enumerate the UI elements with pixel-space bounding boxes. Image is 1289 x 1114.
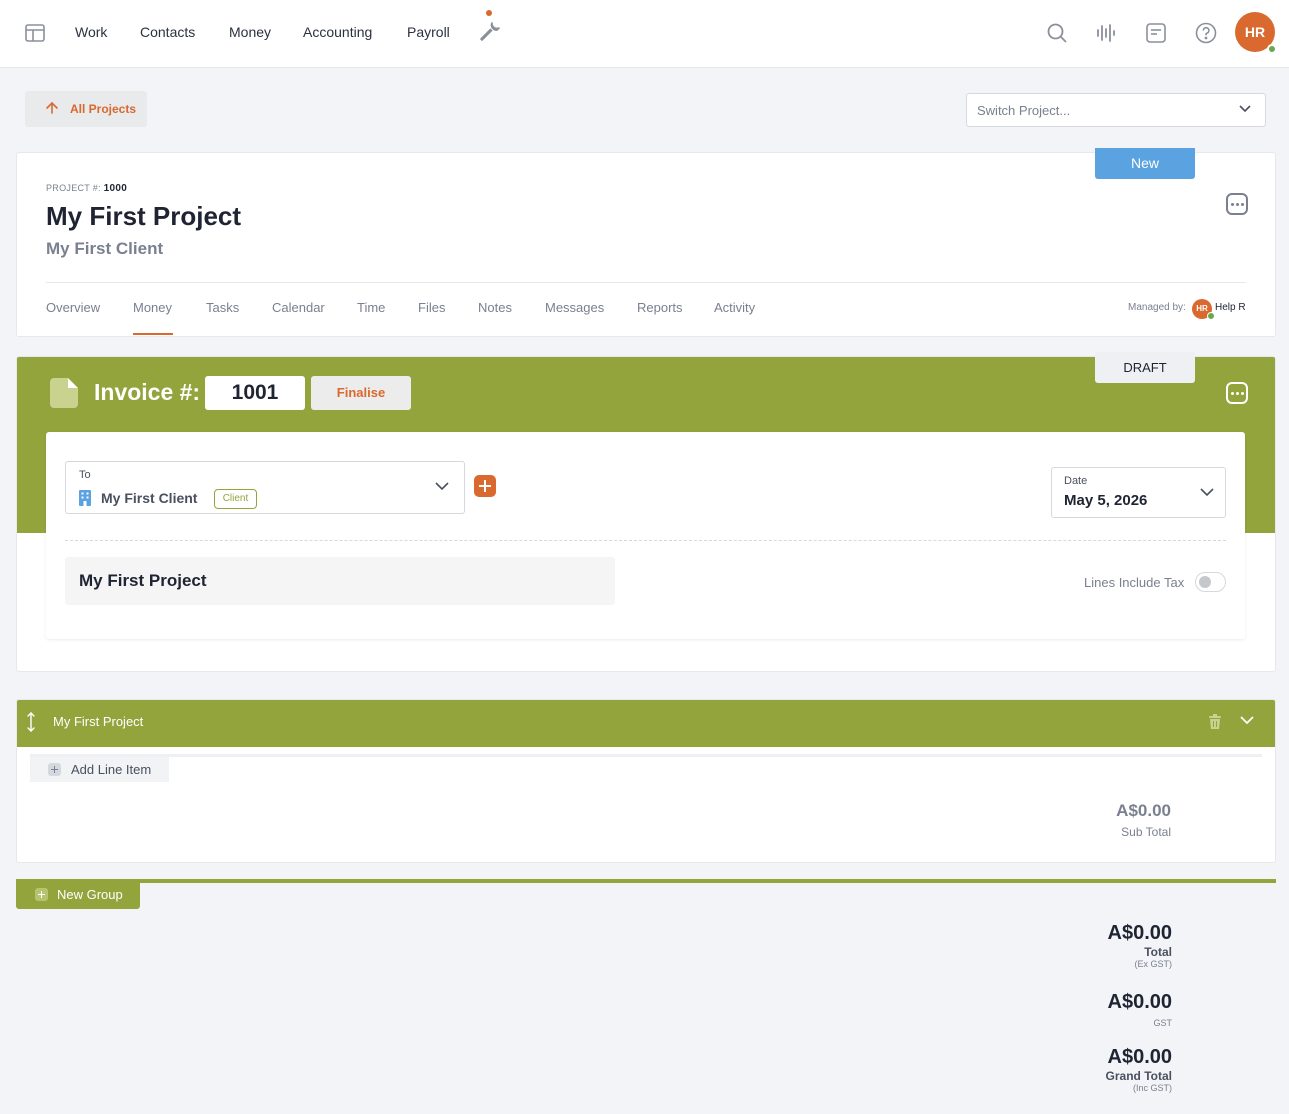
- tab-activity[interactable]: Activity: [714, 300, 755, 315]
- gst-block: A$0.00 GST: [1108, 991, 1173, 1028]
- add-line-item-label: Add Line Item: [71, 762, 152, 777]
- invoice-status-badge: DRAFT: [1095, 352, 1195, 383]
- apps-icon[interactable]: [24, 22, 46, 44]
- messages-icon[interactable]: [1144, 21, 1168, 45]
- tab-overview[interactable]: Overview: [46, 300, 100, 315]
- nav-payroll[interactable]: Payroll: [407, 24, 450, 40]
- date-value: May 5, 2026: [1064, 492, 1148, 509]
- online-status-dot: [1267, 44, 1277, 54]
- project-more-button[interactable]: [1226, 193, 1248, 215]
- all-projects-label: All Projects: [70, 102, 137, 116]
- divider: [16, 879, 1276, 883]
- project-number-label: PROJECT #:: [46, 183, 101, 193]
- total-value: A$0.00: [1107, 922, 1173, 944]
- grand-total-value: A$0.00: [1107, 1046, 1173, 1068]
- tab-reports[interactable]: Reports: [637, 300, 683, 315]
- project-number-value: 1000: [103, 183, 128, 194]
- grand-total-sublabel: (Inc GST): [1132, 1083, 1172, 1093]
- tab-tasks[interactable]: Tasks: [206, 300, 239, 315]
- to-client-name: My First Client: [101, 490, 198, 506]
- switch-project-select[interactable]: Switch Project...: [966, 93, 1266, 127]
- divider: [65, 540, 1226, 541]
- line-group-header: [17, 700, 1275, 747]
- activity-icon[interactable]: [1094, 21, 1118, 45]
- project-status-badge: New: [1095, 148, 1195, 179]
- online-status-dot: [1207, 312, 1215, 320]
- chevron-down-icon: [1239, 105, 1251, 113]
- new-group-label: New Group: [57, 887, 123, 902]
- invoice-project-field[interactable]: My First Project: [65, 557, 615, 605]
- search-icon[interactable]: [1045, 21, 1069, 45]
- project-title: My First Project: [46, 201, 242, 231]
- tab-files[interactable]: Files: [418, 300, 445, 315]
- arrow-up-icon: [46, 101, 58, 114]
- line-group-title[interactable]: My First Project: [53, 714, 143, 729]
- managed-by-label: Managed by:: [1128, 302, 1186, 313]
- invoice-label: Invoice #:: [94, 379, 201, 405]
- top-nav: Work Contacts Money Accounting Payroll H…: [0, 0, 1289, 68]
- invoice-more-button[interactable]: [1226, 382, 1248, 404]
- tab-notes[interactable]: Notes: [478, 300, 512, 315]
- switch-project-placeholder: Switch Project...: [977, 103, 1071, 118]
- document-icon: [50, 378, 78, 408]
- add-line-item-button[interactable]: Add Line Item: [30, 757, 169, 782]
- chevron-down-icon[interactable]: [435, 482, 449, 491]
- nav-accounting[interactable]: Accounting: [303, 24, 372, 40]
- tab-time[interactable]: Time: [357, 300, 385, 315]
- nav-work[interactable]: Work: [75, 24, 107, 40]
- tools-notification-dot: [486, 10, 492, 16]
- to-label: To: [79, 469, 91, 481]
- subtotal-value: A$0.00: [1116, 801, 1171, 820]
- total-label: Total: [1144, 945, 1172, 959]
- total-sublabel: (Ex GST): [1134, 959, 1173, 969]
- manager-name[interactable]: Help R: [1215, 302, 1246, 313]
- invoice-project-name: My First Project: [79, 571, 207, 590]
- finalise-button[interactable]: Finalise: [311, 376, 411, 410]
- plus-icon: [35, 888, 48, 901]
- line-group-card: [16, 699, 1276, 863]
- client-type-tag: Client: [214, 489, 257, 509]
- grand-total-label: Grand Total: [1105, 1069, 1172, 1083]
- lines-include-tax-toggle[interactable]: [1195, 572, 1226, 592]
- drag-handle-icon[interactable]: [25, 711, 37, 733]
- all-projects-button[interactable]: All Projects: [25, 91, 147, 127]
- project-client[interactable]: My First Client: [46, 239, 163, 259]
- to-contact-select[interactable]: [65, 461, 465, 514]
- active-tab-indicator: [133, 333, 173, 335]
- nav-money[interactable]: Money: [229, 24, 271, 40]
- nav-contacts[interactable]: Contacts: [140, 24, 195, 40]
- lines-include-tax-label: Lines Include Tax: [1084, 575, 1185, 590]
- trash-icon[interactable]: [1208, 714, 1222, 730]
- building-icon: [79, 490, 91, 506]
- subtotal-label: Sub Total: [1121, 825, 1171, 839]
- gst-label: GST: [1153, 1018, 1172, 1028]
- tab-calendar[interactable]: Calendar: [272, 300, 325, 315]
- divider: [46, 282, 1246, 283]
- plus-icon: [48, 763, 61, 776]
- chevron-down-icon[interactable]: [1240, 716, 1254, 725]
- tab-messages[interactable]: Messages: [545, 300, 604, 315]
- divider: [30, 754, 1262, 757]
- new-group-button[interactable]: New Group: [16, 880, 140, 909]
- project-number: PROJECT #: 1000: [46, 183, 127, 194]
- gst-value: A$0.00: [1107, 991, 1173, 1013]
- chevron-down-icon[interactable]: [1200, 488, 1214, 497]
- date-label: Date: [1064, 475, 1088, 487]
- invoice-number-input[interactable]: 1001: [205, 376, 305, 410]
- tools-icon[interactable]: [478, 20, 502, 44]
- help-icon[interactable]: [1194, 21, 1218, 45]
- total-block: A$0.00 Total (Ex GST): [1108, 922, 1173, 969]
- tab-money[interactable]: Money: [133, 300, 172, 315]
- grand-total-block: A$0.00 Grand Total (Inc GST): [1106, 1046, 1172, 1093]
- add-contact-button[interactable]: [474, 475, 496, 497]
